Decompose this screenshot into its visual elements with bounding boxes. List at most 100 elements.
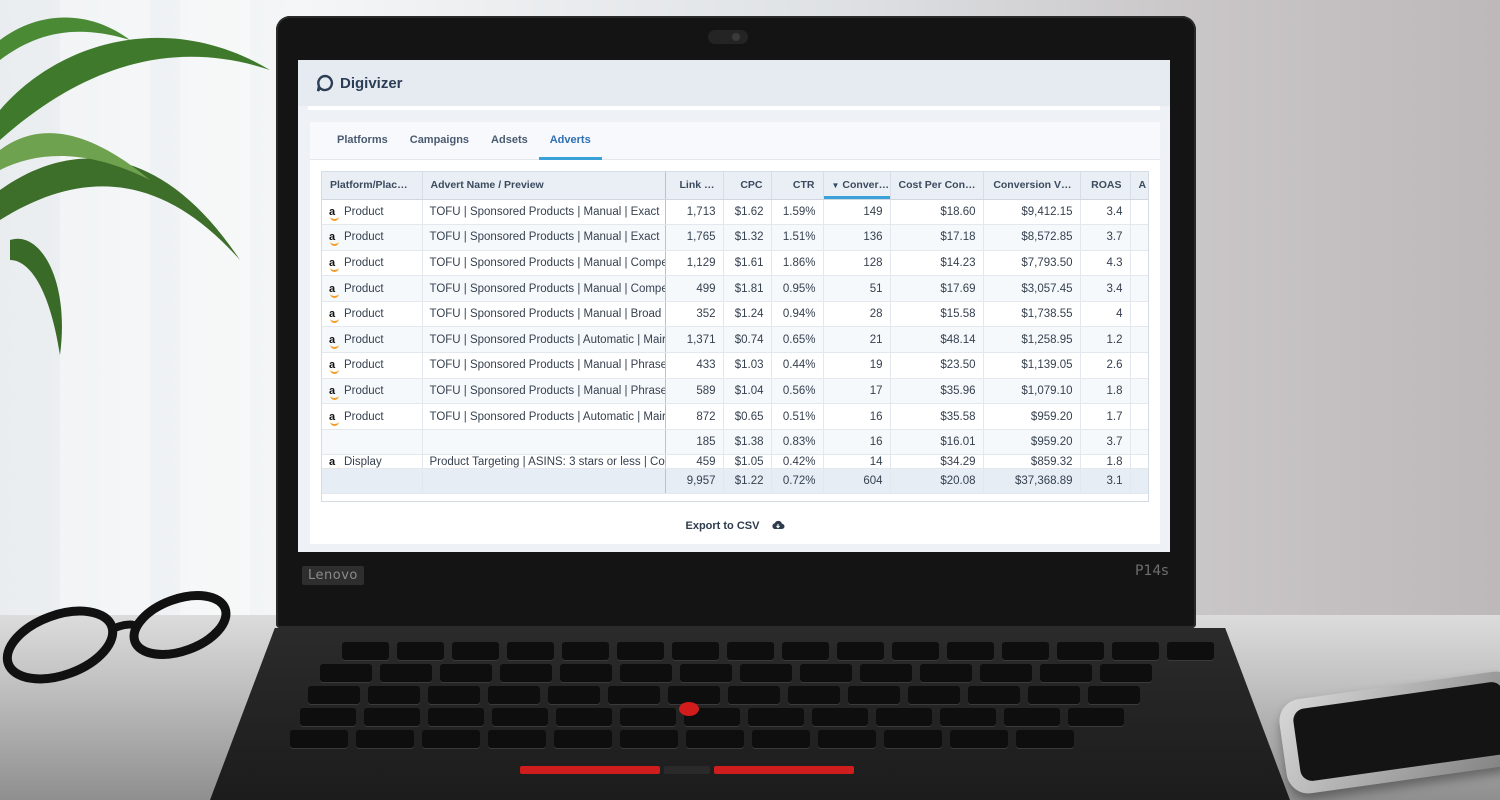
cell-roas: 1.8: [1080, 454, 1131, 470]
table-row[interactable]: a Product TOFU | Sponsored Products | Manu…: [322, 250, 1148, 277]
cell-conversions: 19: [823, 352, 891, 379]
cell-cost-per-conversion: $17.18: [890, 224, 984, 251]
column-header-cpc[interactable]: CPC: [723, 172, 772, 200]
cell-conversions: 128: [823, 250, 891, 277]
cell-advert-name: TOFU | Sponsored Products | Manual | Com…: [422, 275, 666, 302]
chat-bubble-logo-icon: [316, 74, 334, 92]
column-header-next[interactable]: A: [1130, 172, 1148, 200]
keyboard-key: [968, 686, 1020, 704]
cell-cost-per-conversion: $35.96: [890, 378, 984, 405]
cell-cost-per-conversion: $14.23: [890, 250, 984, 277]
trackpad-left-button: [520, 766, 660, 774]
cell-cost-per-conversion: $48.14: [890, 326, 984, 354]
table-row[interactable]: a Product TOFU | Sponsored Products | Auto…: [322, 403, 1148, 430]
keyboard-key: [788, 686, 840, 704]
keyboard-key: [1016, 730, 1074, 748]
cell-link-clicks: 433: [665, 352, 724, 379]
cell-ctr: 0.95%: [771, 275, 824, 302]
keyboard-key: [740, 664, 792, 682]
amazon-icon: a: [329, 257, 341, 272]
tab-adsets[interactable]: Adsets: [480, 122, 539, 160]
cell-link-clicks: 185: [665, 429, 724, 456]
column-header-roas[interactable]: ROAS: [1080, 172, 1131, 200]
cell-advert-name: TOFU | Sponsored Products | Manual | Phr…: [422, 352, 666, 379]
cell-roas: 4: [1080, 301, 1131, 328]
keyboard-key: [342, 642, 389, 660]
cell-roas: 4.3: [1080, 250, 1131, 277]
app-name[interactable]: Digivizer: [340, 75, 403, 92]
table-row[interactable]: a Product TOFU | Sponsored Products | Manu…: [322, 378, 1148, 405]
tab-adverts[interactable]: Adverts: [538, 122, 602, 160]
cell-cost-per-conversion: $23.50: [890, 352, 984, 379]
total-link-clicks: 9,957: [665, 468, 724, 495]
cell-conversions: 136: [823, 224, 891, 251]
total-conversions: 604: [823, 468, 891, 495]
keyboard-key: [920, 664, 972, 682]
cell-link-clicks: 352: [665, 301, 724, 328]
table-row[interactable]: a Product TOFU | Sponsored Products | Manu…: [322, 275, 1148, 302]
table-row[interactable]: 185 $1.38 0.83% 16 $16.01 $959.20 3.7: [322, 429, 1148, 456]
adverts-table: Platform/Plac… Advert Name / Preview Lin…: [322, 172, 1148, 495]
cell-platform: a Product: [322, 250, 423, 277]
cell-cpc: $1.81: [723, 275, 772, 302]
cell-ctr: 0.44%: [771, 352, 824, 379]
column-header-conversions[interactable]: ▼ Conver…: [823, 172, 891, 200]
adverts-data-grid[interactable]: Platform/Plac… Advert Name / Preview Lin…: [321, 171, 1149, 502]
amazon-icon: a: [329, 359, 341, 375]
column-header-platform[interactable]: Platform/Plac…: [322, 172, 423, 200]
platform-label: Product: [344, 359, 384, 372]
keyboard-key: [812, 708, 868, 726]
total-next-column: [1130, 468, 1148, 495]
table-row[interactable]: a Product TOFU | Sponsored Products | Manu…: [322, 301, 1148, 328]
cell-next-column: [1130, 250, 1148, 277]
cell-cost-per-conversion: $16.01: [890, 429, 984, 456]
trackpad-middle-button: [664, 766, 710, 774]
cell-next-column: [1130, 326, 1148, 354]
cell-ctr: 0.83%: [771, 429, 824, 456]
amazon-icon: a: [329, 334, 341, 349]
keyboard-key: [876, 708, 932, 726]
export-csv-button[interactable]: Export to CSV: [310, 520, 1160, 532]
tab-campaigns[interactable]: Campaigns: [399, 122, 480, 160]
table-row-partial[interactable]: a Display Product Targeting | ASINS: 3 sta…: [322, 454, 1148, 470]
column-header-ctr[interactable]: CTR: [771, 172, 824, 200]
keyboard-key: [727, 642, 774, 660]
table-row[interactable]: a Product TOFU | Sponsored Products | Auto…: [322, 326, 1148, 354]
table-row[interactable]: a Product TOFU | Sponsored Products | Manu…: [322, 352, 1148, 379]
cell-advert-name: TOFU | Sponsored Products | Automatic | …: [422, 403, 666, 430]
cell-advert-name: TOFU | Sponsored Products | Manual | Exa…: [422, 199, 666, 226]
cell-roas: 3.7: [1080, 224, 1131, 251]
column-header-advert-name[interactable]: Advert Name / Preview: [422, 172, 666, 200]
cell-next-column: [1130, 275, 1148, 302]
cell-platform: [322, 429, 423, 456]
keyboard-key: [1040, 664, 1092, 682]
cell-conversions: 16: [823, 429, 891, 456]
cell-conversion-value: $7,793.50: [983, 250, 1081, 277]
keyboard-key: [556, 708, 612, 726]
cell-advert-name: Product Targeting | ASINS: 3 stars or le…: [422, 454, 666, 470]
cell-conversion-value: $1,079.10: [983, 378, 1081, 405]
cell-ctr: 0.42%: [771, 454, 824, 470]
cell-ctr: 1.86%: [771, 250, 824, 277]
cell-cpc: $1.03: [723, 352, 772, 379]
keyboard-key: [560, 664, 612, 682]
tab-platforms[interactable]: Platforms: [326, 122, 399, 160]
cell-roas: 3.4: [1080, 199, 1131, 226]
table-row[interactable]: a Product TOFU | Sponsored Products | Manu…: [322, 199, 1148, 226]
trackpad-right-button: [714, 766, 854, 774]
platform-label: Product: [344, 282, 384, 295]
keyboard-key: [1088, 686, 1140, 704]
column-header-conversion-value[interactable]: Conversion V…: [983, 172, 1081, 200]
platform-label: Product: [344, 256, 384, 269]
cell-link-clicks: 872: [665, 403, 724, 430]
column-header-link-clicks[interactable]: Link …: [665, 172, 724, 200]
webcam: [708, 30, 748, 44]
cell-roas: 1.8: [1080, 378, 1131, 405]
keyboard-key: [748, 708, 804, 726]
column-header-cost-per-conversion[interactable]: Cost Per Con…: [890, 172, 984, 200]
cell-link-clicks: 1,371: [665, 326, 724, 354]
platform-label: Product: [344, 333, 384, 346]
total-label-cell: [322, 468, 423, 495]
cell-conversion-value: $959.20: [983, 429, 1081, 456]
table-row[interactable]: a Product TOFU | Sponsored Products | Manu…: [322, 224, 1148, 251]
